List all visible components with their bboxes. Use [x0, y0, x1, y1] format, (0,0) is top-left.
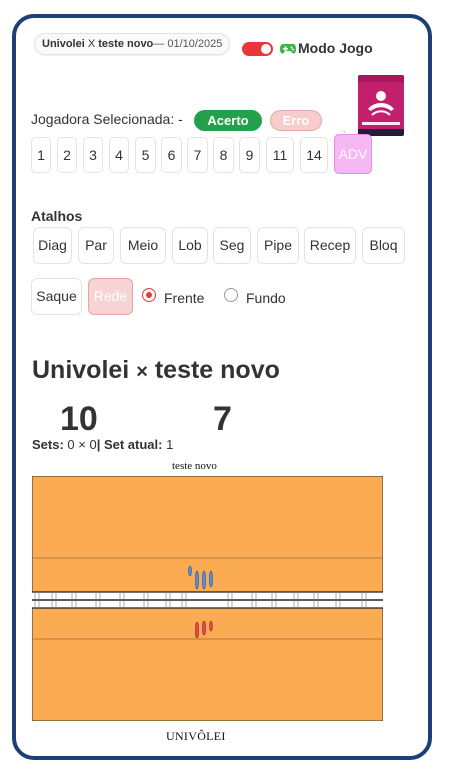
- sets-value: 0 × 0: [67, 437, 97, 452]
- volleyball-court[interactable]: [32, 476, 383, 721]
- sets-label: Sets:: [32, 437, 64, 452]
- shortcut-pipe-button[interactable]: Pipe: [257, 227, 299, 264]
- game-mode-label: Modo Jogo: [298, 40, 373, 56]
- shortcuts-title: Atalhos: [31, 208, 83, 224]
- gamepad-icon: [280, 44, 296, 54]
- net: [32, 591, 383, 609]
- scoreboard-team-a: Univolei: [32, 356, 130, 384]
- player-number-button[interactable]: 5: [135, 137, 156, 173]
- scoreboard-team-b: teste novo: [154, 356, 280, 384]
- front-radio-label: Frente: [164, 290, 205, 306]
- player-number-button[interactable]: 11: [266, 137, 294, 173]
- court-bottom-team-label: UNIVÔLEI: [166, 729, 226, 743]
- player-number-button[interactable]: 1: [31, 137, 51, 173]
- logo-caption-dot: ,: [343, 125, 346, 134]
- versus-separator: X: [87, 38, 96, 50]
- sets-info: Sets: 0 × 0| Set atual: 1: [32, 437, 173, 452]
- front-radio[interactable]: [142, 288, 156, 302]
- shortcut-bloq-button[interactable]: Bloq: [362, 227, 405, 264]
- player-number-button[interactable]: 3: [83, 137, 103, 173]
- shortcut-meio-button[interactable]: Meio: [120, 227, 166, 264]
- app-frame: Univolei X teste novo— 01/10/2025 Modo J…: [12, 14, 432, 760]
- current-set-value: 1: [166, 437, 174, 452]
- shortcut-recep-button[interactable]: Recep: [304, 227, 356, 264]
- scoreboard-title: Univolei × teste novo: [32, 356, 280, 385]
- scoreboard-versus: ×: [136, 361, 148, 383]
- match-date: — 01/10/2025: [153, 38, 223, 50]
- shortcut-rede-button[interactable]: Rede: [88, 278, 133, 315]
- player-number-button[interactable]: 7: [187, 137, 208, 173]
- player-number-button[interactable]: 9: [239, 137, 260, 173]
- shortcut-saque-button[interactable]: Saque: [31, 278, 82, 315]
- match-info-chip: Univolei X teste novo— 01/10/2025: [34, 33, 231, 55]
- univolei-logo: [358, 75, 404, 136]
- shortcut-par-button[interactable]: Par: [78, 227, 114, 264]
- team-b-name: teste novo: [98, 38, 154, 50]
- adversary-button[interactable]: ADV: [334, 134, 372, 174]
- error-button[interactable]: Erro: [270, 110, 322, 131]
- hit-button[interactable]: Acerto: [194, 110, 262, 131]
- shortcut-seg-button[interactable]: Seg: [213, 227, 251, 264]
- shortcut-diag-button[interactable]: Diag: [33, 227, 72, 264]
- score-team-a: 10: [60, 400, 98, 438]
- toggle-knob: [261, 44, 271, 54]
- game-mode-toggle[interactable]: [242, 42, 273, 56]
- back-radio[interactable]: [224, 288, 238, 302]
- player-number-button[interactable]: 8: [213, 137, 234, 173]
- current-set-label: | Set atual:: [96, 437, 163, 452]
- player-number-button[interactable]: 2: [57, 137, 77, 173]
- player-number-button[interactable]: 4: [109, 137, 129, 173]
- selected-player-label: Jogadora Selecionada: -: [31, 111, 183, 127]
- player-number-button[interactable]: 14: [300, 137, 328, 173]
- shortcut-lob-button[interactable]: Lob: [172, 227, 208, 264]
- player-number-button[interactable]: 6: [161, 137, 182, 173]
- court-top-team-label: teste novo: [172, 460, 217, 472]
- team-a-name: Univolei: [42, 38, 85, 50]
- score-team-b: 7: [213, 400, 232, 438]
- back-radio-label: Fundo: [246, 290, 286, 306]
